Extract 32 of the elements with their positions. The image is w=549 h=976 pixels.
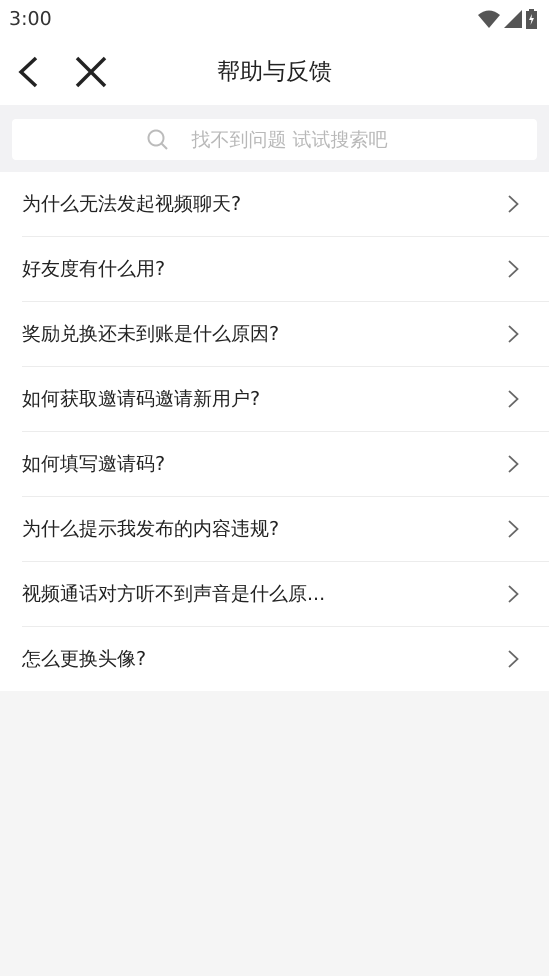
question-text: 视频通话对方听不到声音是什么原... <box>22 582 326 607</box>
search-field[interactable]: 找不到问题 试试搜索吧 <box>12 119 537 160</box>
chevron-icon <box>508 390 519 408</box>
question-item[interactable]: 为什么提示我发布的内容违规? <box>22 497 549 562</box>
chevron-icon <box>508 325 519 343</box>
signal-icon <box>504 10 522 28</box>
question-item[interactable]: 视频通话对方听不到声音是什么原... <box>22 562 549 627</box>
question-text: 好友度有什么用? <box>22 257 166 282</box>
question-text: 怎么更换头像? <box>22 647 146 672</box>
question-text: 如何填写邀请码? <box>22 452 166 477</box>
question-item[interactable]: 如何填写邀请码? <box>22 432 549 497</box>
chevron-icon <box>508 520 519 538</box>
close-button[interactable] <box>74 54 108 88</box>
question-item[interactable]: 好友度有什么用? <box>22 237 549 302</box>
page-title: 帮助与反馈 <box>217 59 332 85</box>
question-item[interactable]: 奖励兑换还未到账是什么原因? <box>22 302 549 367</box>
battery-icon <box>526 9 537 29</box>
question-item[interactable]: 为什么无法发起视频聊天? <box>22 172 549 237</box>
question-item[interactable]: 如何获取邀请码邀请新用户? <box>22 367 549 432</box>
chevron-icon <box>508 455 519 473</box>
wifi-icon <box>478 10 500 28</box>
status-time: 3:00 <box>9 8 52 30</box>
back-button[interactable] <box>16 54 40 88</box>
question-item[interactable]: 怎么更换头像? <box>22 627 549 691</box>
chevron-icon <box>508 195 519 213</box>
question-text: 奖励兑换还未到账是什么原因? <box>22 322 280 347</box>
question-text: 为什么无法发起视频聊天? <box>22 192 242 217</box>
chevron-icon <box>508 585 519 603</box>
chevron-icon <box>508 650 519 668</box>
question-text: 为什么提示我发布的内容违规? <box>22 517 280 542</box>
chevron-icon <box>508 260 519 278</box>
question-text: 如何获取邀请码邀请新用户? <box>22 387 260 412</box>
